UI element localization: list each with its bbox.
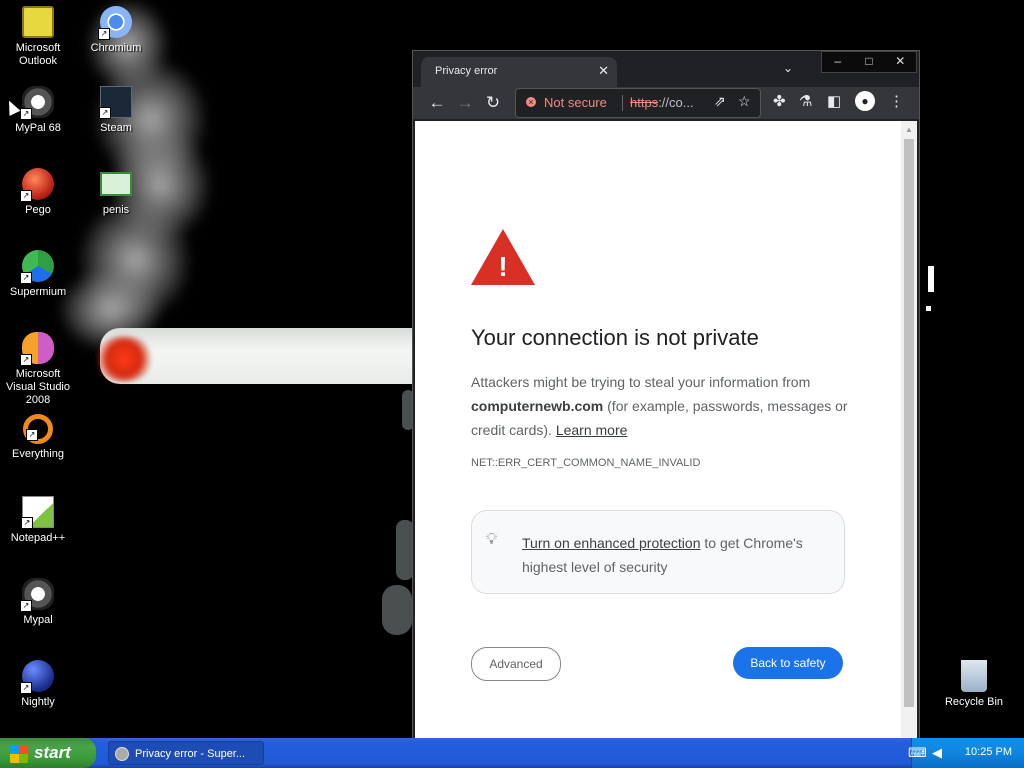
- desktop-icon-pego[interactable]: ↗ Pego: [0, 168, 76, 217]
- tab-close-icon[interactable]: ✕: [598, 63, 609, 79]
- desktop-icon-label: Mypal: [23, 614, 53, 626]
- taskbar-button-browser[interactable]: Privacy error - Super...: [108, 741, 264, 765]
- desktop-icon-notepadpp[interactable]: ↗ Notepad++: [0, 496, 76, 545]
- desktop-icon-label: MyPal 68: [15, 122, 61, 134]
- supermium-icon: ↗: [20, 250, 54, 284]
- desktop-icon-label: Microsoft Outlook: [15, 42, 61, 67]
- enhanced-protection-card: 💡︎ Turn on enhanced protection to get Ch…: [471, 510, 845, 594]
- image-file-icon: [100, 172, 132, 196]
- wallpaper-mark: [926, 306, 931, 311]
- tab-privacy-error[interactable]: Privacy error ✕: [421, 57, 617, 87]
- extensions-puzzle-icon[interactable]: ✤: [773, 92, 786, 110]
- desktop-icon-steam[interactable]: ↗ Steam: [78, 86, 154, 135]
- desktop-icon-label: Steam: [100, 122, 132, 134]
- close-window-button[interactable]: ✕: [885, 52, 916, 72]
- reload-icon[interactable]: ↻: [481, 91, 505, 115]
- steam-icon: ↗: [99, 86, 132, 119]
- recycle-bin-icon: [961, 660, 987, 692]
- desktop-icon-everything[interactable]: ↗ Everything: [0, 414, 76, 461]
- error-description: Attackers might be trying to steal your …: [471, 370, 856, 442]
- vertical-scrollbar[interactable]: ▲: [901, 121, 917, 739]
- mypal-icon: ↗: [20, 86, 54, 120]
- desktop-icon-label: Everything: [12, 448, 64, 460]
- share-icon[interactable]: ⇗: [714, 93, 726, 110]
- system-tray: ⌨ ◀ 10:25 PM: [908, 738, 1024, 768]
- notepadpp-icon: ↗: [21, 496, 54, 529]
- start-label: start: [34, 743, 71, 762]
- tab-title: Privacy error: [435, 65, 498, 77]
- nightly-icon: ↗: [20, 660, 54, 694]
- minimize-button[interactable]: –: [822, 52, 853, 72]
- taskbar-button-label: Privacy error - Super...: [135, 748, 246, 760]
- side-panel-icon[interactable]: ◧: [827, 92, 841, 110]
- desktop-icon-label: Notepad++: [10, 532, 66, 544]
- desktop-icon-mypal[interactable]: ↗ Mypal: [0, 578, 76, 627]
- forward-arrow-icon[interactable]: →: [453, 91, 477, 115]
- desktop-icon-recycle-bin[interactable]: Recycle Bin: [936, 660, 1012, 709]
- page-title: Your connection is not private: [471, 325, 759, 350]
- profile-avatar-icon[interactable]: ●: [855, 91, 875, 111]
- desktop-icon-outlook[interactable]: Microsoft Outlook: [0, 6, 76, 68]
- start-button[interactable]: start: [0, 738, 96, 768]
- taskbar: start Privacy error - Super... ⌨ ◀ 10:25…: [0, 738, 1024, 768]
- tab-strip: Privacy error ✕ ⌄ – □ ✕: [413, 51, 919, 87]
- back-to-safety-button[interactable]: Back to safety: [733, 647, 843, 679]
- clock[interactable]: 10:25 PM: [965, 746, 1012, 758]
- desktop-icon-nightly[interactable]: ↗ Nightly: [0, 660, 76, 709]
- maximize-button[interactable]: □: [853, 52, 884, 72]
- browser-toolbar: ← → ↻ × Not secure https://co... ⇗ ☆ ✤ ⚗…: [413, 87, 919, 119]
- labs-flask-icon[interactable]: ⚗: [799, 92, 812, 110]
- wallpaper-ember: [94, 336, 154, 382]
- address-separator: [622, 95, 623, 111]
- url-scheme: https: [630, 95, 659, 110]
- enhanced-protection-text: Turn on enhanced protection to get Chrom…: [522, 531, 832, 579]
- error-code: NET::ERR_CERT_COMMON_NAME_INVALID: [471, 457, 701, 469]
- desktop-icon-label: Pego: [25, 204, 51, 216]
- supermium-icon: [115, 747, 129, 761]
- back-arrow-icon[interactable]: ←: [425, 91, 449, 115]
- desktop-icon-label: Chromium: [90, 42, 142, 54]
- domain-name: computernewb.com: [471, 398, 604, 414]
- url-text[interactable]: https://co...: [630, 95, 694, 110]
- wallpaper-shape: [382, 585, 412, 635]
- scroll-up-arrow-icon[interactable]: ▲: [905, 125, 913, 134]
- desktop-icon-label: Microsoft Visual Studio 2008: [5, 368, 70, 406]
- outlook-icon: [22, 6, 54, 38]
- tab-search-chevron-icon[interactable]: ⌄: [783, 61, 793, 75]
- desktop-icon-supermium[interactable]: ↗ Supermium: [0, 250, 76, 299]
- desktop-icon-label: Nightly: [21, 696, 55, 708]
- desktop-icon-image-file[interactable]: penis: [78, 168, 154, 217]
- desktop-icon-label: Recycle Bin: [944, 696, 1004, 708]
- everything-icon: ↗: [23, 414, 53, 444]
- pego-icon: ↗: [20, 168, 54, 202]
- window-controls: – □ ✕: [821, 51, 917, 73]
- not-secure-label[interactable]: Not secure: [544, 95, 607, 110]
- mypal-icon: ↗: [20, 578, 54, 612]
- desktop-icon-label: Supermium: [9, 286, 67, 298]
- windows-logo-icon: [10, 744, 28, 763]
- url-rest: ://co...: [658, 95, 694, 110]
- chromium-icon: ↗: [98, 6, 132, 40]
- desktop-icon-label: penis: [102, 204, 130, 216]
- lightbulb-icon: 💡︎: [486, 531, 498, 548]
- advanced-button[interactable]: Advanced: [471, 647, 561, 681]
- keyboard-icon[interactable]: ⌨: [908, 745, 927, 761]
- address-bar[interactable]: × Not secure https://co... ⇗ ☆: [515, 88, 761, 118]
- wallpaper-mark: [928, 266, 934, 292]
- menu-kebab-icon[interactable]: ⋮: [889, 92, 904, 110]
- not-secure-icon: ×: [526, 97, 536, 107]
- enhanced-protection-link[interactable]: Turn on enhanced protection: [522, 535, 701, 551]
- browser-window[interactable]: Privacy error ✕ ⌄ – □ ✕ ← → ↻ × Not secu…: [412, 50, 920, 742]
- tray-expand-icon[interactable]: ◀: [932, 745, 942, 761]
- scroll-thumb[interactable]: [904, 139, 914, 707]
- desktop-icon-visual-studio[interactable]: ↗ Microsoft Visual Studio 2008: [0, 332, 76, 407]
- bookmark-star-icon[interactable]: ☆: [738, 93, 751, 110]
- learn-more-link[interactable]: Learn more: [556, 422, 628, 438]
- desktop-icon-chromium[interactable]: ↗ Chromium: [78, 6, 154, 55]
- visual-studio-icon: ↗: [20, 332, 54, 366]
- page-content: ! Your connection is not private Attacke…: [415, 121, 901, 739]
- warning-exclamation-icon: !: [498, 251, 508, 282]
- desc-text: Attackers might be trying to steal your …: [471, 374, 811, 390]
